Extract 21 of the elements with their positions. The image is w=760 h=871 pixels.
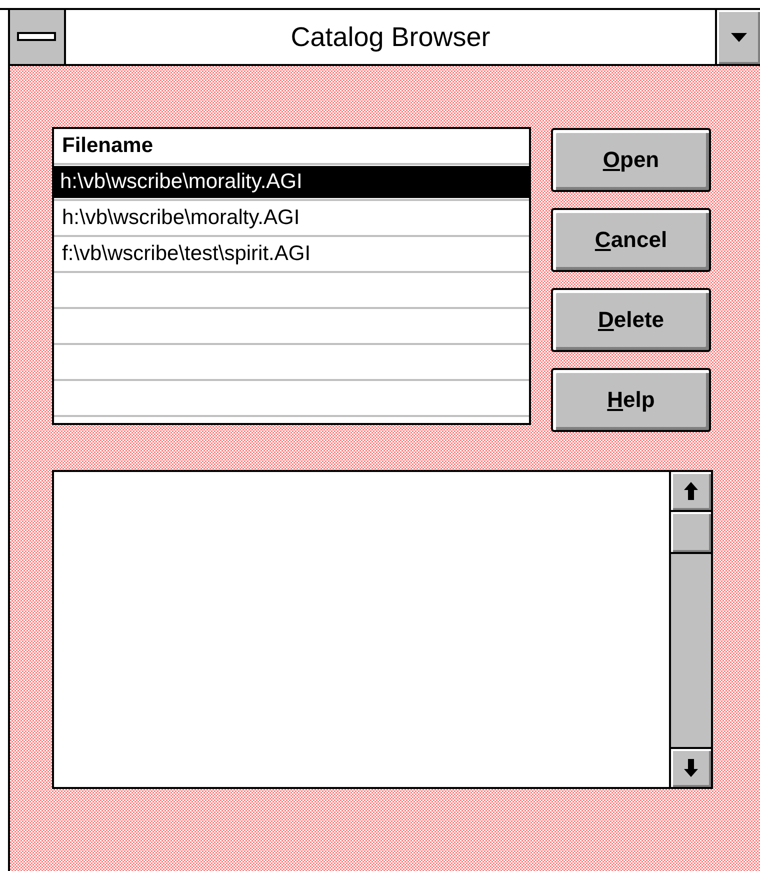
down-triangle-icon [730, 32, 746, 42]
dialog-button[interactable]: Cancel [551, 208, 711, 272]
scroll-thumb[interactable] [671, 512, 711, 554]
column-header: Filename [61, 134, 154, 158]
scroll-up-button[interactable] [671, 472, 711, 512]
scroll-down-button[interactable] [671, 747, 711, 787]
down-arrow-icon [684, 759, 698, 777]
window-title: Catalog Browser [290, 22, 490, 52]
dialog-button[interactable]: Open [551, 128, 711, 192]
file-list[interactable]: Filename h:\vb\wscribe\morality.AGI h:\vb\wscribe\moralty.AGI f:\vb\wscribe\test\spirit.AGI [52, 127, 531, 425]
dialog-button[interactable]: Delete [551, 288, 711, 352]
dialog-button[interactable]: Help [551, 368, 711, 432]
vertical-scrollbar[interactable] [669, 472, 711, 787]
system-menu-button[interactable] [10, 10, 66, 64]
file-list-item[interactable]: h:\vb\wscribe\moralty.AGI [60, 206, 302, 230]
file-list-item[interactable]: h:\vb\wscribe\morality.AGI [54, 166, 529, 198]
bar-icon [17, 32, 57, 42]
minimize-button[interactable] [715, 10, 760, 64]
text-area[interactable] [52, 470, 713, 789]
file-list-item[interactable]: f:\vb\wscribe\test\spirit.AGI [60, 242, 313, 266]
up-arrow-icon [684, 482, 698, 500]
